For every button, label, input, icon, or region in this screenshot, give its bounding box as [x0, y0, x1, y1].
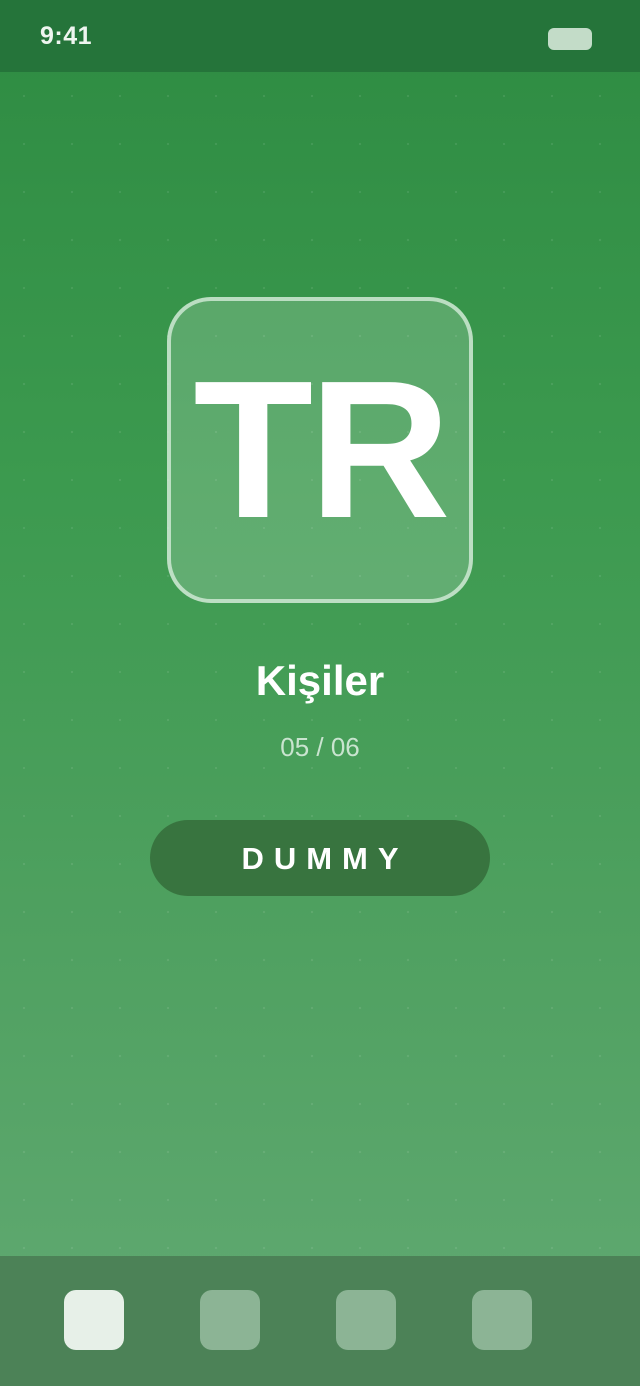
status-bar: 9:41: [0, 0, 640, 72]
nav-tab-1[interactable]: [64, 1290, 124, 1350]
battery-icon: [548, 28, 592, 50]
nav-tab-3[interactable]: [336, 1290, 396, 1350]
progress-counter: 05 / 06: [280, 732, 360, 762]
nav-tab-2[interactable]: [200, 1290, 260, 1350]
badge-text: TR: [193, 340, 450, 559]
nav-tab-4[interactable]: [472, 1290, 532, 1350]
status-time: 9:41: [40, 22, 93, 50]
language-badge: TR: [167, 297, 473, 603]
dummy-button[interactable]: DUMMY: [150, 820, 490, 896]
bottom-nav: [0, 1256, 640, 1386]
page-title: Kişiler: [255, 657, 385, 704]
